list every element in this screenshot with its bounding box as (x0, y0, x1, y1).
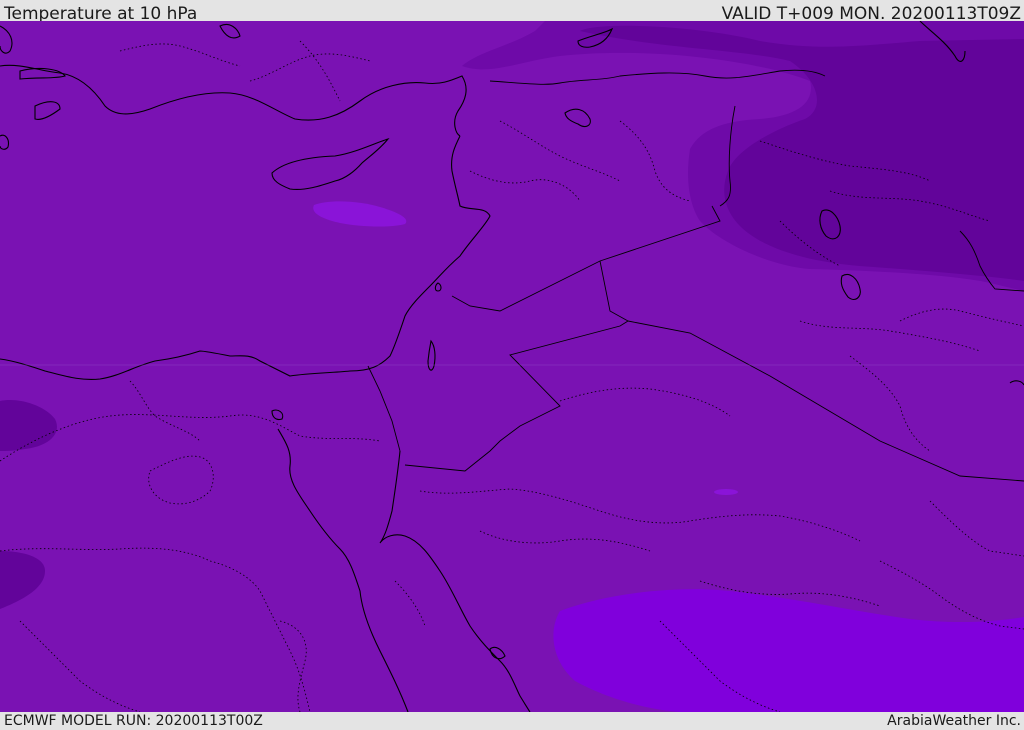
footer-bar: ECMWF MODEL RUN: 20200113T00Z ArabiaWeat… (0, 712, 1024, 729)
credit: ArabiaWeather Inc. (887, 713, 1021, 729)
weather-map[interactable] (0, 21, 1024, 712)
warm-zone-small (714, 489, 738, 495)
model-run: ECMWF MODEL RUN: 20200113T00Z (4, 713, 263, 729)
map-canvas (0, 21, 1024, 712)
map-title: Temperature at 10 hPa (4, 4, 198, 21)
valid-time: VALID T+009 MON. 20200113T09Z (721, 4, 1021, 21)
header-bar: Temperature at 10 hPa VALID T+009 MON. 2… (0, 0, 1024, 21)
